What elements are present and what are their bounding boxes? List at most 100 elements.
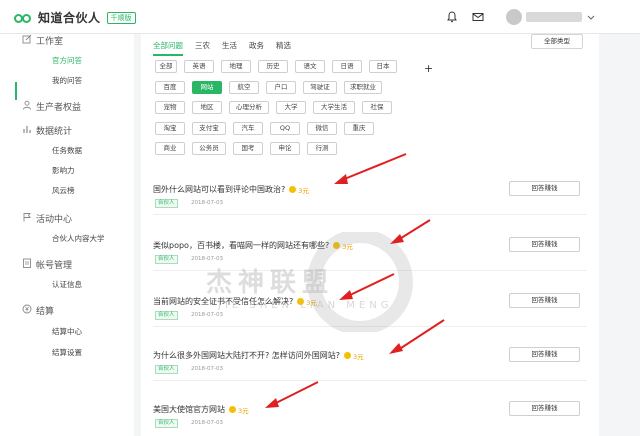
avatar[interactable] xyxy=(506,9,522,25)
category-chip[interactable]: 汽车 xyxy=(233,122,263,135)
category-chip[interactable]: 户口 xyxy=(266,81,296,94)
divider xyxy=(153,326,587,327)
app-name: 知道合伙人 xyxy=(38,11,101,25)
question-title[interactable]: 美国大使馆官方网站 3元 xyxy=(153,404,249,415)
reward-badge: 3元 xyxy=(289,185,309,195)
sidebar-item-my-qa[interactable]: 我的问答 xyxy=(52,75,82,86)
more-categories-button[interactable]: + xyxy=(424,62,433,75)
sidebar-item-settlement-settings[interactable]: 结算设置 xyxy=(52,347,82,358)
category-chip[interactable]: 百度 xyxy=(155,81,185,94)
sidebar-section-label: 结算 xyxy=(36,307,55,317)
category-row: 宠物 地区 心理分析 大学 大学生活 社保 xyxy=(155,101,399,114)
category-chip[interactable]: 大学 xyxy=(276,101,306,114)
category-chip[interactable]: 航空 xyxy=(229,81,259,94)
sidebar-section-label: 数据统计 xyxy=(36,127,73,137)
question-title[interactable]: 类似popo，百书楼，看喵网一样的网站还有哪些? 3元 xyxy=(153,240,353,251)
answer-earn-button[interactable]: 回答赚钱 xyxy=(509,237,580,252)
category-chip[interactable]: 地区 xyxy=(192,101,222,114)
user-name-blurred[interactable] xyxy=(526,12,582,22)
coin-icon xyxy=(289,186,297,193)
reward-badge: 3元 xyxy=(344,351,364,361)
answer-earn-button[interactable]: 回答赚钱 xyxy=(509,401,580,416)
bar-chart-icon xyxy=(22,124,32,134)
category-chip[interactable]: 社保 xyxy=(362,101,392,114)
logo[interactable]: 知道合伙人 千顺版 xyxy=(14,9,136,26)
question-title[interactable]: 国外什么网站可以看到评论中国政治? 3元 xyxy=(153,184,309,195)
sidebar: 工作室 官方问答 我的问答 生产者权益 数据统计 任务数据 影响力 风云榜 活动… xyxy=(0,34,134,436)
question-date: 2018-07-03 xyxy=(191,312,223,318)
category-chip[interactable]: 求职就业 xyxy=(344,81,382,94)
all-types-dropdown[interactable]: 全部类型 xyxy=(531,34,583,49)
category-chip[interactable]: QQ xyxy=(270,122,300,135)
flag-icon xyxy=(22,212,32,222)
category-chip-active[interactable]: 网站 xyxy=(192,81,222,94)
category-chip[interactable]: 全部 xyxy=(155,60,177,73)
top-bar: 知道合伙人 千顺版 xyxy=(0,0,640,34)
coin-icon xyxy=(344,352,352,359)
question-title-text: 美国大使馆官方网站 xyxy=(153,405,225,414)
category-chip[interactable]: 淘宝 xyxy=(155,122,185,135)
tab-government[interactable]: 政务 xyxy=(249,34,264,56)
question-title-text: 类似popo，百书楼，看喵网一样的网站还有哪些? xyxy=(153,241,330,250)
question-tabs: 全部问题 三农 生活 政务 精选 xyxy=(153,34,303,56)
sidebar-section-settlement[interactable]: 结算 xyxy=(22,304,55,317)
sidebar-section-activity-center[interactable]: 活动中心 xyxy=(23,212,72,225)
sidebar-item-settlement-center[interactable]: 结算中心 xyxy=(52,326,82,337)
sidebar-item-partner-university[interactable]: 合伙人内容大学 xyxy=(52,233,105,244)
main-content: 全部问题 三农 生活 政务 精选 全部类型 全部 英语 地理 历史 语文 日语 … xyxy=(141,34,599,436)
category-chip[interactable]: 公务员 xyxy=(192,142,226,155)
document-icon xyxy=(22,258,32,268)
reward-amount: 3元 xyxy=(238,406,249,415)
annotation-arrow-icon xyxy=(390,219,431,244)
annotation-arrow-icon xyxy=(339,273,395,300)
sidebar-item-ranking[interactable]: 风云榜 xyxy=(52,185,75,196)
question-title-text: 为什么很多外国网站大陆打不开? 怎样访问外国网站? xyxy=(153,351,341,360)
sidebar-item-influence[interactable]: 影响力 xyxy=(52,165,75,176)
coin-icon xyxy=(229,406,236,413)
sidebar-section-data-stats[interactable]: 数据统计 xyxy=(23,124,73,137)
answer-earn-button[interactable]: 回答赚钱 xyxy=(509,293,580,308)
category-chip[interactable]: 微信 xyxy=(307,122,337,135)
reward-amount: 3元 xyxy=(342,242,353,251)
category-chip[interactable]: 地理 xyxy=(221,60,251,73)
category-row: 全部 英语 地理 历史 语文 日语 日本 xyxy=(155,60,404,73)
tab-all-questions[interactable]: 全部问题 xyxy=(153,34,183,56)
tab-featured[interactable]: 精选 xyxy=(276,34,291,56)
answer-earn-button[interactable]: 回答赚钱 xyxy=(509,347,580,362)
sidebar-item-certification[interactable]: 认证信息 xyxy=(52,279,82,290)
annotation-arrow-icon xyxy=(389,319,445,354)
category-chip[interactable]: 日语 xyxy=(332,60,362,73)
category-chip[interactable]: 宠物 xyxy=(155,101,185,114)
sidebar-section-studio[interactable]: 工作室 xyxy=(22,34,64,47)
reward-badge: 3元 xyxy=(333,241,353,251)
chevron-down-icon[interactable] xyxy=(586,12,596,22)
sidebar-section-label: 工作室 xyxy=(36,37,64,47)
person-icon xyxy=(22,100,32,110)
category-chip[interactable]: 日本 xyxy=(369,60,397,73)
category-chip[interactable]: 商业 xyxy=(155,142,185,155)
sidebar-section-account[interactable]: 帐号管理 xyxy=(23,258,72,271)
sidebar-item-task-data[interactable]: 任务数据 xyxy=(52,145,82,156)
bell-icon[interactable] xyxy=(445,10,459,24)
sidebar-section-producer-rights[interactable]: 生产者权益 xyxy=(23,100,81,113)
category-row: 淘宝 支付宝 汽车 QQ 微信 重庆 xyxy=(155,122,381,135)
category-chip[interactable]: 历史 xyxy=(258,60,288,73)
tab-life[interactable]: 生活 xyxy=(222,34,237,56)
answer-earn-button[interactable]: 回答赚钱 xyxy=(509,181,580,196)
category-chip[interactable]: 重庆 xyxy=(344,122,374,135)
category-chip[interactable]: 心理分析 xyxy=(229,101,269,114)
category-chip[interactable]: 大学生活 xyxy=(313,101,355,114)
category-chip[interactable]: 支付宝 xyxy=(192,122,226,135)
sidebar-item-official-qa[interactable]: 官方问答 xyxy=(52,55,82,66)
category-chip[interactable]: 驾驶证 xyxy=(303,81,337,94)
partner-tag: 合伙人 xyxy=(155,311,178,320)
question-date: 2018-07-03 xyxy=(191,420,223,426)
mail-icon[interactable] xyxy=(471,10,485,24)
category-chip[interactable]: 申论 xyxy=(270,142,300,155)
category-chip[interactable]: 英语 xyxy=(184,60,214,73)
divider xyxy=(153,380,587,381)
category-chip[interactable]: 语文 xyxy=(295,60,325,73)
category-chip[interactable]: 国考 xyxy=(233,142,263,155)
question-title[interactable]: 为什么很多外国网站大陆打不开? 怎样访问外国网站? 3元 xyxy=(153,350,364,361)
tab-agriculture[interactable]: 三农 xyxy=(195,34,210,56)
